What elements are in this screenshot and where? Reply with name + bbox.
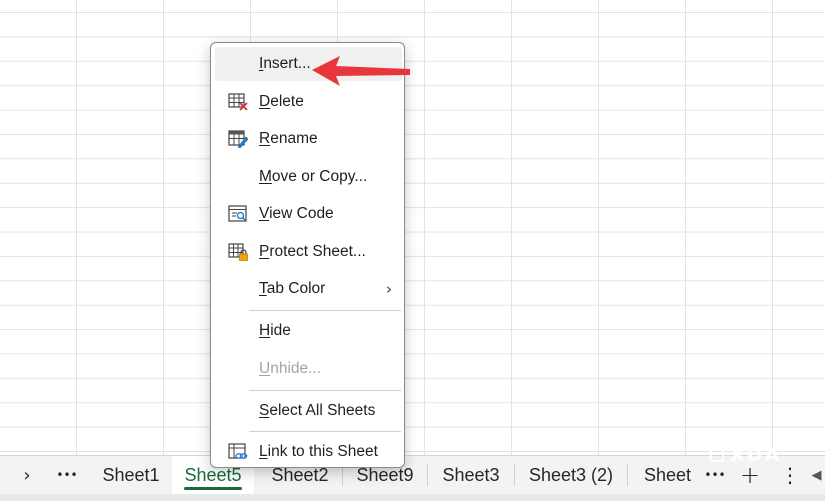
view-code-icon bbox=[228, 205, 247, 222]
menu-item-move-or-copy[interactable]: Move or Copy... bbox=[215, 160, 402, 194]
menu-item-unhide: Unhide... bbox=[215, 352, 402, 386]
sheet-tab-label: Sheet3 (2) bbox=[528, 464, 614, 485]
sheet-tab-label: Sheet bbox=[644, 464, 692, 485]
sheet-tab-label: Sheet1 bbox=[102, 464, 160, 485]
menu-item-label: Rename bbox=[259, 130, 318, 147]
more-sheets-left-button[interactable]: ••• bbox=[52, 456, 82, 494]
sheet-tab-sheet[interactable]: Sheet bbox=[628, 456, 698, 494]
ellipsis-icon: ••• bbox=[56, 468, 78, 482]
menu-item-label: Protect Sheet... bbox=[259, 243, 366, 260]
menu-separator bbox=[249, 310, 401, 311]
link-sheet-icon bbox=[228, 443, 248, 459]
delete-sheet-icon bbox=[228, 93, 248, 111]
watermark-text: XDA bbox=[730, 444, 782, 466]
menu-item-label: Insert... bbox=[259, 55, 311, 72]
sheet-tab-sheet3-2[interactable]: Sheet3 (2) bbox=[515, 456, 627, 494]
xda-watermark-logo: XDA bbox=[710, 442, 781, 468]
ellipsis-icon: ••• bbox=[704, 468, 726, 482]
menu-item-hide[interactable]: Hide bbox=[215, 314, 402, 348]
triangle-left-icon: ◀ bbox=[811, 467, 822, 483]
next-sheet-button[interactable]: › bbox=[12, 456, 42, 494]
vertical-ellipsis-icon: ⋮ bbox=[780, 463, 800, 487]
submenu-chevron-icon: › bbox=[386, 280, 392, 298]
menu-item-view-code[interactable]: View Code bbox=[215, 197, 402, 231]
annotation-arrow bbox=[312, 56, 410, 86]
sheet-tab-sheet3[interactable]: Sheet3 bbox=[428, 456, 514, 494]
menu-item-label: Delete bbox=[259, 93, 304, 110]
menu-item-label: Hide bbox=[259, 322, 291, 339]
menu-item-delete[interactable]: Delete bbox=[215, 85, 402, 119]
xda-logo-icon bbox=[710, 448, 724, 462]
chevron-right-icon: › bbox=[23, 464, 31, 486]
menu-item-protect-sheet[interactable]: Protect Sheet... bbox=[215, 235, 402, 269]
menu-item-tab-color[interactable]: Tab Color › bbox=[215, 272, 402, 306]
menu-item-select-all-sheets[interactable]: Select All Sheets bbox=[215, 394, 402, 428]
scroll-left-button[interactable]: ◀ bbox=[808, 456, 825, 494]
menu-item-label: View Code bbox=[259, 205, 334, 222]
menu-separator bbox=[249, 431, 401, 432]
menu-item-label: Move or Copy... bbox=[259, 168, 368, 185]
protect-sheet-icon bbox=[228, 243, 248, 261]
sheet-context-menu: Insert... Delete Rename Move or Copy... bbox=[210, 42, 405, 468]
menu-separator bbox=[249, 390, 401, 391]
menu-item-label: Select All Sheets bbox=[259, 402, 376, 419]
menu-item-rename[interactable]: Rename bbox=[215, 122, 402, 156]
horizontal-scrollbar[interactable] bbox=[0, 494, 825, 501]
sheet-tab-label: Sheet3 bbox=[442, 464, 500, 485]
sheet-tab-sheet1[interactable]: Sheet1 bbox=[90, 456, 172, 494]
active-tab-indicator bbox=[184, 487, 242, 490]
menu-item-label: Tab Color bbox=[259, 280, 326, 297]
rename-sheet-icon bbox=[228, 130, 248, 148]
menu-item-label: Unhide... bbox=[259, 360, 322, 377]
menu-item-label: Link to this Sheet bbox=[259, 443, 378, 460]
menu-item-link-to-this-sheet[interactable]: Link to this Sheet bbox=[215, 435, 402, 469]
